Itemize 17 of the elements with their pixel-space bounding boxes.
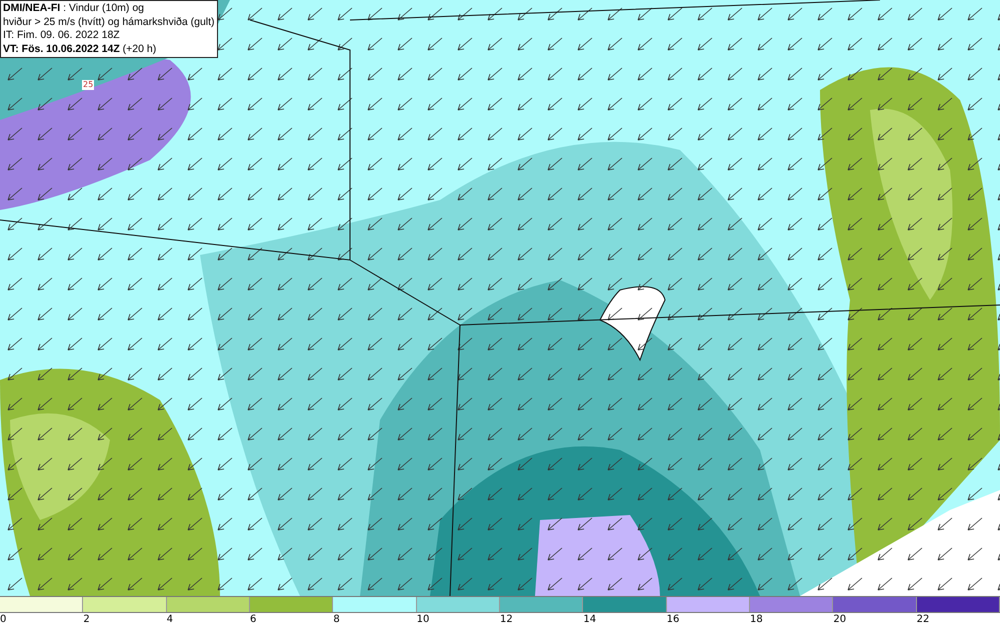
- legend-label: 0: [0, 613, 6, 626]
- info-text: IT: Fim. 09. 06. 2022 18Z: [3, 29, 121, 42]
- legend-label: 14: [583, 613, 596, 626]
- info-text: VT: Fös. 10.06.2022 14Z (+20 h): [3, 42, 158, 56]
- legend-label: 22: [916, 613, 930, 626]
- legend-label: 8: [333, 613, 340, 626]
- map-marker-label: 25: [82, 80, 94, 90]
- legend-label: 10: [416, 613, 430, 626]
- legend-label: 16: [666, 613, 680, 626]
- legend-label: 2: [83, 613, 90, 626]
- legend-label: 6: [250, 613, 256, 626]
- legend-label: 20: [833, 613, 846, 626]
- legend-label: 18: [750, 613, 763, 626]
- legend-label: 12: [500, 613, 513, 626]
- info-text: hviður > 25 m/s (hvítt) og hámarkshviða (gult): [3, 16, 215, 29]
- legend-label: 4: [166, 613, 174, 626]
- info-text: DMI/NEA-FI : Vindur (10m) og: [3, 2, 146, 16]
